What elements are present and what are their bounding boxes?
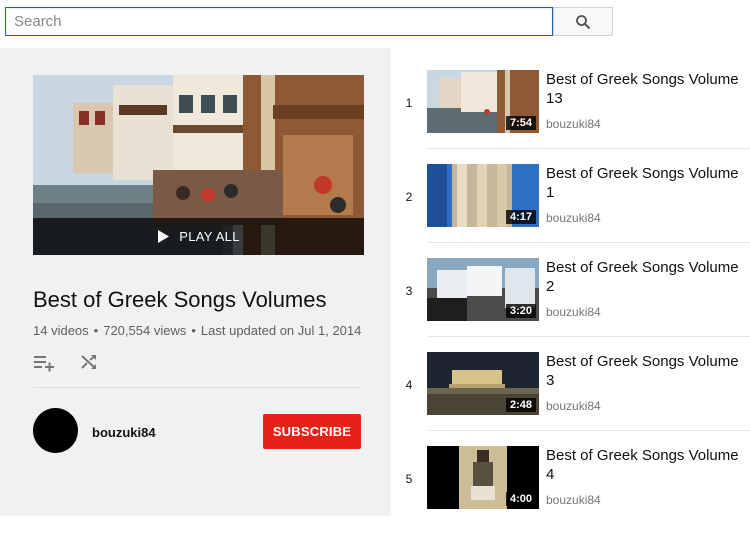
channel-name[interactable]: bouzuki84 [546,211,601,225]
video-thumbnail[interactable]: 4:17 [427,164,539,227]
duration-badge: 2:48 [505,398,536,412]
list-item[interactable]: 1 7:54 Best of Greek Songs Volume 13 bou… [391,70,750,164]
video-title[interactable]: Best of Greek Songs Volume 4 [546,446,746,484]
playlist-stats: 14 videos • 720,554 views • Last updated on … [33,323,362,338]
playlist-actions [33,352,99,372]
item-index: 1 [405,96,413,110]
subscribe-button[interactable]: SUBSCRIBE [263,414,361,449]
avatar[interactable] [33,408,78,453]
channel-name[interactable]: bouzuki84 [546,305,601,319]
list-item[interactable]: 2 4:17 Best of Greek Songs Volume 1 bouz… [391,164,750,258]
channel-owner-name[interactable]: bouzuki84 [92,425,156,440]
video-title[interactable]: Best of Greek Songs Volume 13 [546,70,746,108]
video-thumbnail[interactable]: 4:00 [427,446,539,509]
list-item[interactable]: 5 4:00 Best of Greek Songs Volume 4 bouz… [391,446,750,540]
video-title[interactable]: Best of Greek Songs Volume 1 [546,164,746,202]
search-button[interactable] [553,7,613,36]
search-icon [576,14,591,29]
play-icon [158,230,170,243]
video-thumbnail[interactable]: 7:54 [427,70,539,133]
channel-name[interactable]: bouzuki84 [546,493,601,507]
divider [427,242,750,243]
video-thumbnail[interactable]: 3:20 [427,258,539,321]
video-title[interactable]: Best of Greek Songs Volume 3 [546,352,746,390]
last-updated: Last updated on Jul 1, 2014 [200,323,362,338]
playlist-video-list: 1 7:54 Best of Greek Songs Volume 13 bou… [391,48,750,516]
list-item[interactable]: 3 3:20 Best of Greek Songs Volume 2 bouz… [391,258,750,352]
add-to-queue-icon[interactable] [33,352,55,372]
divider [427,148,750,149]
item-index: 2 [405,190,413,204]
playlist-title: Best of Greek Songs Volumes [33,287,327,312]
item-index: 4 [405,378,413,392]
divider [427,336,750,337]
masthead [0,0,750,48]
duration-badge: 3:20 [505,304,536,318]
duration-badge: 4:00 [505,492,536,506]
search-input[interactable] [5,7,553,36]
list-item[interactable]: 4 2:48 Best of Greek Songs Volume 3 bouz… [391,352,750,446]
channel-name[interactable]: bouzuki84 [546,399,601,413]
play-all-button[interactable]: PLAY ALL [33,218,364,255]
divider [33,387,361,388]
play-all-label: PLAY ALL [179,229,240,244]
view-count: 720,554 views [103,323,187,338]
shuffle-icon[interactable] [79,352,99,372]
channel-name[interactable]: bouzuki84 [546,117,601,131]
item-index: 5 [405,472,413,486]
duration-badge: 4:17 [505,210,536,224]
playlist-sidebar: PLAY ALL Best of Greek Songs Volumes 14 … [0,48,391,516]
video-count: 14 videos [33,323,89,338]
item-index: 3 [405,284,413,298]
video-title[interactable]: Best of Greek Songs Volume 2 [546,258,746,296]
divider [427,430,750,431]
video-thumbnail[interactable]: 2:48 [427,352,539,415]
duration-badge: 7:54 [505,116,536,130]
